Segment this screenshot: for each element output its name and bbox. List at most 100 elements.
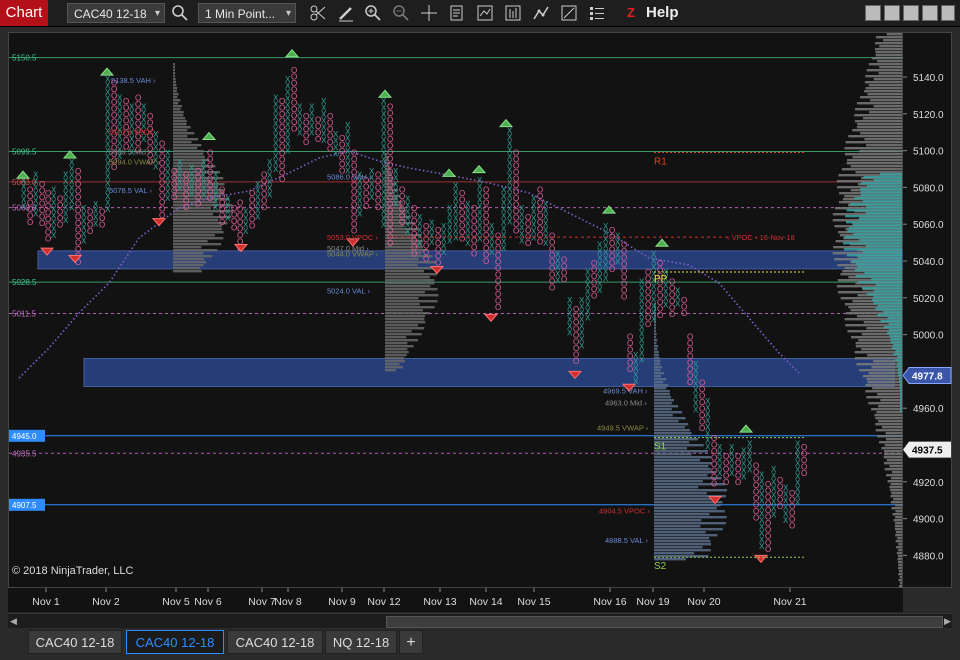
volume-profile-bar [891, 507, 902, 510]
window-maximize-icon[interactable] [903, 5, 919, 21]
swing-high-marker [471, 164, 487, 174]
volume-profile-bar [654, 474, 708, 477]
interval-selector[interactable]: 1 Min Point... ▾ [198, 3, 296, 23]
help-menu[interactable]: Help [646, 4, 679, 21]
pnf-x-mark: X [81, 236, 87, 245]
scroll-left-icon[interactable]: ◀ [10, 616, 17, 627]
volume-profile-bar [899, 377, 902, 380]
volume-profile-bar [860, 132, 902, 135]
drawing-tools-icon[interactable] [531, 3, 551, 23]
properties-icon[interactable] [587, 3, 607, 23]
strategies-icon[interactable] [503, 3, 523, 23]
volume-profile-bar [654, 417, 686, 420]
volume-profile-bar [900, 395, 902, 398]
volume-profile-bar [875, 36, 902, 39]
crosshair-select-icon[interactable] [308, 3, 328, 23]
scroll-right-icon[interactable]: ▶ [944, 616, 951, 627]
volume-profile-bar [654, 405, 679, 408]
window-restore-icon[interactable] [922, 5, 938, 21]
volume-profile-bar [889, 486, 902, 489]
volume-profile-bar [897, 368, 902, 371]
volume-profile-bar [891, 492, 902, 495]
chart-panel[interactable]: 5150.5 5099.5 5083.0 5060.0 5028.5 5011.5 4945… [8, 32, 905, 588]
time-axis-label: Nov 14 [469, 596, 502, 608]
volume-profile-bar [855, 263, 902, 266]
volume-profile-bar [858, 218, 902, 221]
current-price-label: 4937.5 [912, 446, 943, 457]
volume-profile-bar [844, 236, 902, 239]
time-axis-canvas: Nov 1 Nov 2 Nov 5 Nov 6 Nov 7Nov 8 Nov 9 Nov 1… [32, 588, 807, 608]
volume-profile-bar [858, 281, 902, 284]
scrollbar-thumb[interactable] [386, 616, 943, 628]
volume-profile-bar [864, 138, 902, 141]
tab-cac40-1[interactable]: CAC40 12-18 [28, 630, 122, 654]
instrument-value: CAC40 12-18 [74, 7, 147, 21]
volume-profile-bar [875, 42, 902, 45]
zoom-in-icon[interactable] [363, 3, 383, 23]
chart-title-tab[interactable]: Chart [0, 0, 48, 26]
volume-profile-bar [385, 345, 414, 348]
volume-profile-bar [844, 153, 902, 156]
volume-profile-bar [654, 531, 706, 534]
volume-profile-bar [654, 423, 689, 426]
volume-profile-bar [855, 275, 902, 278]
volume-profile-bar [844, 147, 902, 150]
volume-profile-bar [173, 270, 202, 273]
price-axis[interactable]: 5140.0 5120.0 5100.0 5080.0 5060.0 5040.0 5020… [902, 32, 952, 588]
volume-profile-bar [654, 396, 672, 399]
volume-profile-bar [886, 33, 902, 36]
volume-profile-bar [866, 293, 902, 296]
volume-profile-bar [654, 519, 702, 522]
volume-profile-bar [385, 282, 435, 285]
window-minimize-icon[interactable] [884, 5, 900, 21]
data-box-icon[interactable] [447, 3, 467, 23]
indicators-icon[interactable] [475, 3, 495, 23]
instrument-selector[interactable]: CAC40 12-18 ▾ [67, 3, 165, 23]
zoom-out-icon[interactable] [391, 3, 411, 23]
volume-profile-label: 5078.5 VAL › [109, 186, 152, 195]
volume-profile-bar [173, 138, 199, 141]
volume-profile-bar [894, 504, 902, 507]
time-axis-label: Nov 2 [92, 596, 120, 608]
add-tab-button[interactable]: + [399, 630, 423, 654]
volume-profile-bar [173, 228, 222, 231]
volume-profile-bar [654, 381, 664, 384]
horizontal-scrollbar[interactable]: ◀ ▶ [8, 613, 952, 628]
window-pin-icon[interactable] [865, 5, 881, 21]
volume-profile-bar [654, 420, 679, 423]
volume-profile-bar [385, 297, 419, 300]
volume-profile-bar [385, 321, 426, 324]
volume-profile-bar [846, 209, 902, 212]
volume-profile-bar [173, 150, 204, 153]
tab-cac40-3[interactable]: CAC40 12-18 [227, 630, 323, 654]
volume-profile-bar [877, 393, 902, 396]
tab-nq[interactable]: NQ 12-18 [325, 630, 397, 654]
pnf-o-mark: O [249, 222, 255, 231]
volume-profile-bar [864, 272, 902, 275]
volume-profile-bar [173, 261, 207, 264]
volume-profile-bar [654, 366, 663, 369]
volume-profile-bar [173, 234, 215, 237]
volume-profile-label: 5053.0 VPOC › [327, 233, 378, 242]
volume-profile-bar [900, 392, 902, 395]
volume-profile-bar [893, 353, 902, 356]
volume-profile-bar [865, 87, 902, 90]
price-axis-label: 5080.0 [913, 183, 944, 194]
volume-profile-bar [385, 369, 396, 372]
volume-profile-bar [654, 435, 691, 438]
search-icon[interactable] [170, 3, 190, 23]
templates-icon[interactable] [559, 3, 579, 23]
volume-profile-bar [873, 302, 902, 305]
draw-pencil-icon[interactable] [336, 3, 356, 23]
time-axis-label: Nov 16 [593, 596, 626, 608]
volume-profile-bar [385, 336, 407, 339]
volume-profile-bar [173, 99, 181, 102]
crosshair-icon[interactable] [419, 3, 439, 23]
price-level-label: 4945.0 [12, 432, 37, 441]
volume-profile-bar [385, 294, 439, 297]
tab-cac40-2[interactable]: CAC40 12-18 [126, 630, 224, 654]
time-axis[interactable]: Nov 1 Nov 2 Nov 5 Nov 6 Nov 7 Nov 8 Nov 9 Nov 1… [8, 588, 903, 612]
ninjatrader-logo-icon: Z [627, 5, 635, 20]
window-close-icon[interactable] [941, 5, 955, 21]
pivot-label: R1 [654, 156, 667, 167]
